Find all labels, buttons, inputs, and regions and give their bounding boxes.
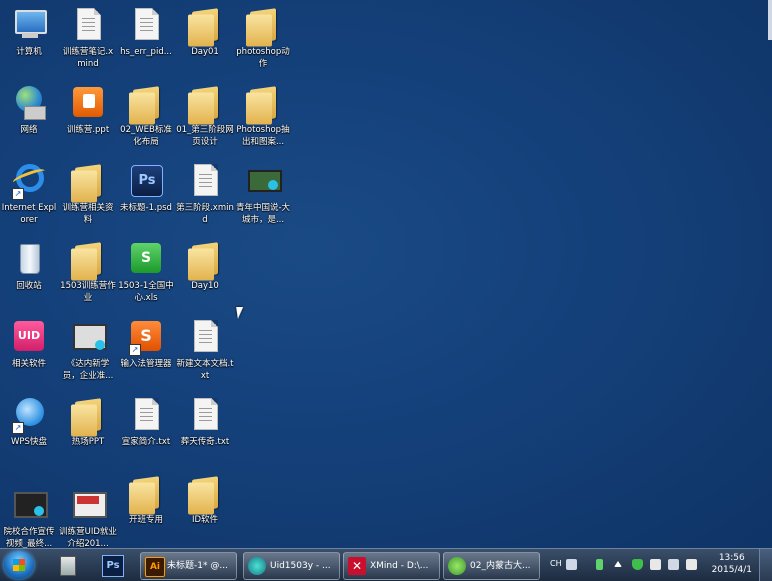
- uid-app-icon: UID: [10, 318, 48, 356]
- desktop-icon-related-software[interactable]: UID 相关软件: [0, 318, 58, 370]
- video-file-icon: [10, 486, 48, 524]
- folder-icon: [186, 240, 224, 278]
- explorer-icon: [60, 556, 76, 576]
- computer-icon: [10, 6, 48, 44]
- xmind-file-icon: [186, 162, 224, 200]
- desktop-icon-video[interactable]: 院校合作宣传视频_最终...: [0, 486, 58, 550]
- desktop-icon-stage3-xmind[interactable]: 第三阶段.xmind: [176, 162, 234, 226]
- wps-disk-icon: ↗: [10, 396, 48, 434]
- task-uid1503y[interactable]: Uid1503y - ...: [243, 552, 340, 580]
- xmind-icon: ✕: [348, 557, 366, 575]
- task-folder-neimenggu[interactable]: 02_内蒙古大...: [443, 552, 540, 580]
- mouse-cursor-icon: [236, 307, 245, 319]
- desktop-icon-internet-explorer[interactable]: ↗ Internet Explorer: [0, 162, 58, 226]
- desktop-icon-photoshop-actions[interactable]: photoshop动作: [234, 6, 292, 70]
- desktop-icon-id-software[interactable]: ID软件: [176, 474, 234, 526]
- desktop-icon-new-text-doc[interactable]: 新建文本文档.txt: [176, 318, 234, 382]
- folder-icon: [69, 396, 107, 434]
- desktop-icon-warmup-ppt[interactable]: 热场PPT: [59, 396, 117, 448]
- photoshop-icon: Ps: [102, 555, 124, 577]
- volume-icon[interactable]: [686, 559, 697, 570]
- desktop-icon-photoshop-extract[interactable]: Photoshop抽出和图案...: [234, 84, 292, 148]
- desktop-icon-tarena-video[interactable]: 《达内新学员，企业准...: [59, 318, 117, 382]
- clock-time: 13:56: [718, 553, 745, 563]
- desktop-icon-company-intro[interactable]: 宣家简介.txt: [117, 396, 175, 448]
- desktop-icon-computer[interactable]: 计算机: [0, 6, 58, 58]
- sogou-input-icon: S ↗: [127, 318, 165, 356]
- folder-icon: [186, 474, 224, 512]
- pinned-explorer[interactable]: [56, 553, 80, 577]
- spreadsheet-file-icon: S: [127, 240, 165, 278]
- recycle-bin-icon: [10, 240, 48, 278]
- desktop-icon-network[interactable]: 网络: [0, 84, 58, 136]
- system-clock[interactable]: 13:56 2015/4/1: [712, 552, 752, 576]
- battery-icon[interactable]: [596, 559, 603, 570]
- video-file-icon: [244, 162, 282, 200]
- desktop-icon-zangtian-txt[interactable]: 葬天传奇.txt: [176, 396, 234, 448]
- desktop-icon-wps-disk[interactable]: ↗ WPS快盘: [0, 396, 58, 448]
- text-file-icon: [127, 6, 165, 44]
- windows-logo-icon: [13, 559, 25, 571]
- desktop-icon-xmind-notes[interactable]: 训练营笔记.xmind: [59, 6, 117, 70]
- folder-icon: [127, 474, 165, 512]
- desktop-icon-uid-employment[interactable]: 训练营UID就业介绍201...: [59, 486, 117, 550]
- action-center-flag-icon[interactable]: [650, 559, 661, 570]
- desktop-icon-1503-homework[interactable]: 1503训练营作业: [59, 240, 117, 304]
- video-file-icon: [69, 318, 107, 356]
- desktop-icon-youth-china-video[interactable]: 青年中国说-大城市，是...: [234, 162, 292, 226]
- task-xmind[interactable]: ✕ XMind - D:\...: [343, 552, 440, 580]
- start-button[interactable]: [4, 551, 34, 579]
- task-illustrator[interactable]: Ai 未标题-1* @...: [140, 552, 237, 580]
- tray-arrow-icon[interactable]: [614, 561, 622, 567]
- desktop[interactable]: 计算机 网络 ↗ Internet Explorer 回收站 UID 相关软件 …: [0, 0, 772, 550]
- desktop-icon-1503-xls[interactable]: S 1503-1全国中心.xls: [117, 240, 175, 304]
- desktop-icon-recycle-bin[interactable]: 回收站: [0, 240, 58, 292]
- xmind-file-icon: [69, 6, 107, 44]
- clover-icon: [448, 557, 466, 575]
- folder-icon: [186, 6, 224, 44]
- taskbar: Ps Ai 未标题-1* @... Uid1503y - ... ✕ XMind…: [0, 548, 772, 581]
- show-desktop-button[interactable]: [759, 549, 772, 581]
- network-globe-icon: [10, 84, 48, 122]
- desktop-icon-hs-err-pid[interactable]: hs_err_pid...: [117, 6, 175, 58]
- desktop-icon-training-ppt[interactable]: 训练营.ppt: [59, 84, 117, 136]
- desktop-icon-day10[interactable]: Day10: [176, 240, 234, 292]
- folder-icon: [186, 84, 224, 122]
- network-status-icon[interactable]: [668, 559, 679, 570]
- folder-icon: [69, 240, 107, 278]
- folder-icon: [127, 84, 165, 122]
- desktop-icon-day01[interactable]: Day01: [176, 6, 234, 58]
- pinned-photoshop[interactable]: Ps: [100, 553, 124, 577]
- text-file-icon: [186, 396, 224, 434]
- desktop-icon-training-materials[interactable]: 训练营相关资料: [59, 162, 117, 226]
- text-file-icon: [127, 396, 165, 434]
- desktop-icon-untitled-psd[interactable]: Ps 未标题-1.psd: [117, 162, 175, 214]
- folder-icon: [69, 162, 107, 200]
- clock-date: 2015/4/1: [711, 565, 752, 575]
- app-wave-icon: [248, 557, 266, 575]
- desktop-icon-web-design[interactable]: 01_第三阶段网页设计: [176, 84, 234, 148]
- text-file-icon: [186, 318, 224, 356]
- presentation-file-icon: [69, 486, 107, 524]
- input-language-indicator[interactable]: CH: [550, 559, 562, 568]
- internet-explorer-icon: ↗: [10, 162, 48, 200]
- keyboard-icon[interactable]: [566, 559, 577, 570]
- powerpoint-file-icon: [69, 84, 107, 122]
- desktop-edge-marker: [768, 0, 772, 40]
- photoshop-file-icon: Ps: [127, 162, 165, 200]
- folder-icon: [244, 84, 282, 122]
- desktop-icon-ime-manager[interactable]: S ↗ 输入法管理器: [117, 318, 175, 370]
- security-shield-icon[interactable]: [632, 559, 643, 570]
- desktop-icon-web-layout[interactable]: 02_WEB标准化布局: [117, 84, 175, 148]
- desktop-icon-class-opening[interactable]: 开班专用: [117, 474, 175, 526]
- folder-icon: [244, 6, 282, 44]
- illustrator-icon: Ai: [145, 557, 165, 577]
